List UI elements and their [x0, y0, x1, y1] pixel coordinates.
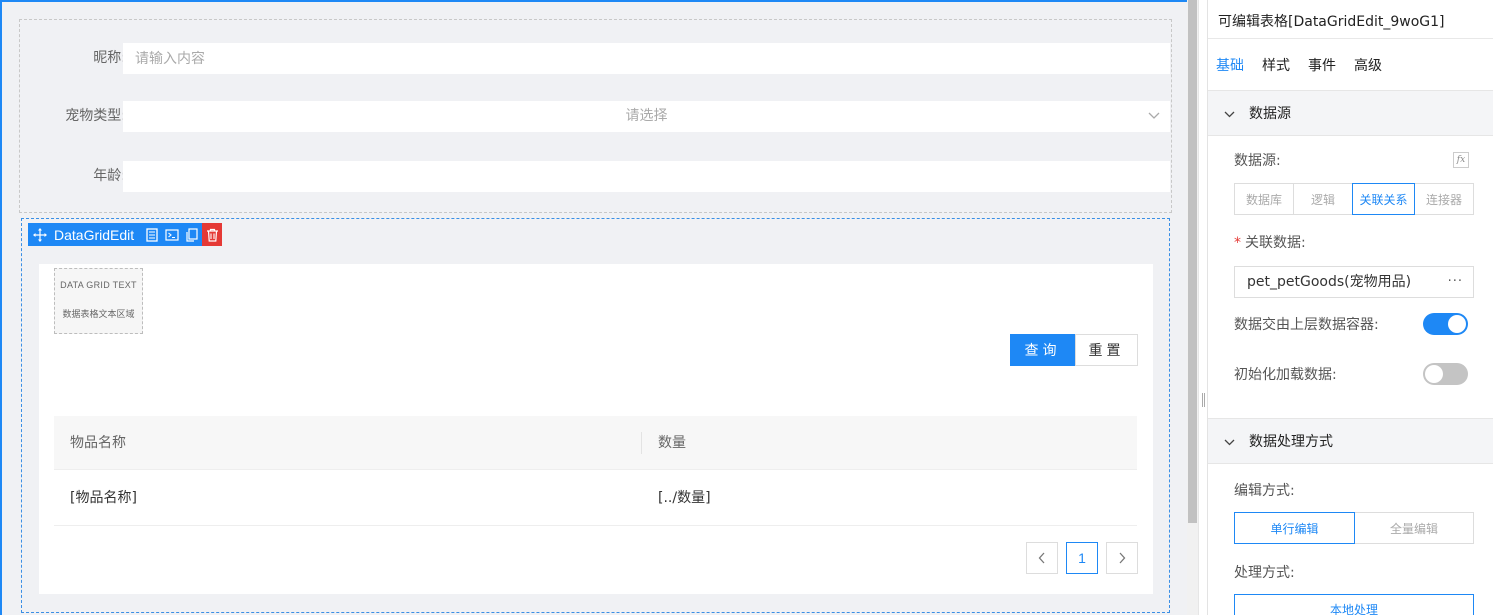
- table-header: 物品名称 数量: [54, 416, 1137, 470]
- chevron-down-icon: [1224, 91, 1235, 137]
- upper-container-toggle[interactable]: [1423, 313, 1468, 335]
- datasource-type-selector: 数据库 逻辑 关联关系 连接器: [1234, 183, 1474, 215]
- nickname-label: 昵称:: [93, 50, 126, 66]
- toggle-knob: [1425, 365, 1443, 383]
- property-panel: 可编辑表格[DataGridEdit_9woG1] 基础 样式 事件 高级 数据…: [1207, 0, 1493, 615]
- panel-title-divider: [1208, 38, 1493, 39]
- tab-advanced[interactable]: 高级: [1354, 55, 1382, 75]
- tab-basic[interactable]: 基础: [1216, 55, 1244, 75]
- age-input[interactable]: [123, 161, 1170, 192]
- datasource-option-database[interactable]: 数据库: [1234, 183, 1294, 215]
- required-asterisk: *: [1234, 235, 1241, 251]
- form-row-pet-type: 宠物类型: 请选择: [20, 101, 1171, 132]
- process-mode-label: 处理方式:: [1234, 565, 1295, 581]
- upper-container-label: 数据交由上层数据容器:: [1234, 317, 1379, 333]
- chevron-right-icon: [1119, 552, 1126, 564]
- datasource-option-connector[interactable]: 连接器: [1414, 183, 1474, 215]
- datasource-option-logic[interactable]: 逻辑: [1293, 183, 1353, 215]
- pagination-prev-button[interactable]: [1026, 542, 1058, 574]
- component-toolbar: DataGridEdit: [28, 223, 223, 246]
- pet-type-placeholder: 请选择: [625, 108, 668, 124]
- cell-item-name[interactable]: [物品名称]: [70, 471, 137, 526]
- pagination-next-button[interactable]: [1106, 542, 1138, 574]
- toggle-knob: [1448, 315, 1466, 333]
- relation-data-value: pet_petGoods(宠物用品): [1247, 274, 1412, 290]
- column-header-item-name[interactable]: 物品名称: [70, 416, 126, 470]
- section-title-datasource: 数据源: [1249, 106, 1291, 122]
- datagrid-text-area[interactable]: DATA GRID TEXT 数据表格文本区域: [54, 268, 143, 334]
- section-title-processing: 数据处理方式: [1249, 434, 1333, 450]
- terminal-icon[interactable]: [162, 223, 182, 246]
- component-toolbar-title: DataGridEdit: [54, 226, 135, 243]
- more-options-icon[interactable]: ···: [1448, 267, 1463, 297]
- fx-expression-icon[interactable]: fx: [1453, 152, 1469, 168]
- panel-tabs: 基础 样式 事件 高级: [1216, 55, 1400, 75]
- document-icon[interactable]: [142, 223, 162, 246]
- section-header-datasource[interactable]: 数据源: [1208, 90, 1493, 136]
- age-label: 年龄:: [93, 168, 126, 184]
- canvas-scrollbar-thumb[interactable]: [1188, 0, 1197, 523]
- drag-handle-icon[interactable]: [1202, 393, 1205, 407]
- panel-resize-splitter[interactable]: [1198, 0, 1207, 615]
- panel-title: 可编辑表格[DataGridEdit_9woG1]: [1218, 14, 1445, 30]
- query-button[interactable]: 查询: [1010, 334, 1075, 366]
- edit-mode-label: 编辑方式:: [1234, 483, 1295, 499]
- column-divider: [641, 432, 642, 454]
- table-row[interactable]: [物品名称] [../数量]: [54, 471, 1137, 526]
- tab-style[interactable]: 样式: [1262, 55, 1290, 75]
- datasource-label: 数据源:: [1234, 153, 1281, 169]
- move-icon[interactable]: [30, 223, 50, 246]
- relation-data-field[interactable]: pet_petGoods(宠物用品) ···: [1234, 266, 1474, 298]
- reset-button[interactable]: 重置: [1075, 334, 1138, 366]
- cell-quantity[interactable]: [../数量]: [658, 471, 711, 526]
- chevron-left-icon: [1038, 552, 1045, 564]
- datasource-option-relation[interactable]: 关联关系: [1352, 183, 1415, 215]
- chevron-down-icon: [1148, 101, 1160, 132]
- column-header-quantity[interactable]: 数量: [658, 416, 686, 470]
- pagination-page-1[interactable]: 1: [1066, 542, 1098, 574]
- pet-type-select[interactable]: 请选择: [123, 101, 1170, 132]
- relation-data-label: * 关联数据:: [1234, 232, 1306, 252]
- form-row-age: 年龄:: [20, 161, 1171, 192]
- text-area-subtitle: 数据表格文本区域: [62, 310, 135, 320]
- nickname-input[interactable]: [123, 43, 1170, 74]
- chevron-down-icon: [1224, 419, 1235, 465]
- text-area-title: DATA GRID TEXT: [60, 280, 137, 290]
- edit-mode-single-row[interactable]: 单行编辑: [1234, 512, 1355, 544]
- relation-data-label-text: 关联数据:: [1245, 235, 1306, 251]
- tab-events[interactable]: 事件: [1308, 55, 1336, 75]
- init-load-toggle[interactable]: [1423, 363, 1468, 385]
- pet-type-label: 宠物类型:: [65, 108, 126, 124]
- edit-mode-selector: 单行编辑 全量编辑: [1234, 512, 1474, 544]
- edit-mode-full[interactable]: 全量编辑: [1354, 512, 1474, 544]
- form-row-nickname: 昵称:: [20, 43, 1171, 74]
- copy-icon[interactable]: [182, 223, 202, 246]
- search-form-container[interactable]: 昵称: 宠物类型: 请选择 年龄:: [19, 19, 1172, 213]
- process-mode-local-button[interactable]: 本地处理: [1234, 594, 1474, 615]
- section-header-processing[interactable]: 数据处理方式: [1208, 418, 1493, 464]
- trash-icon[interactable]: [202, 223, 223, 246]
- init-load-label: 初始化加载数据:: [1234, 367, 1337, 383]
